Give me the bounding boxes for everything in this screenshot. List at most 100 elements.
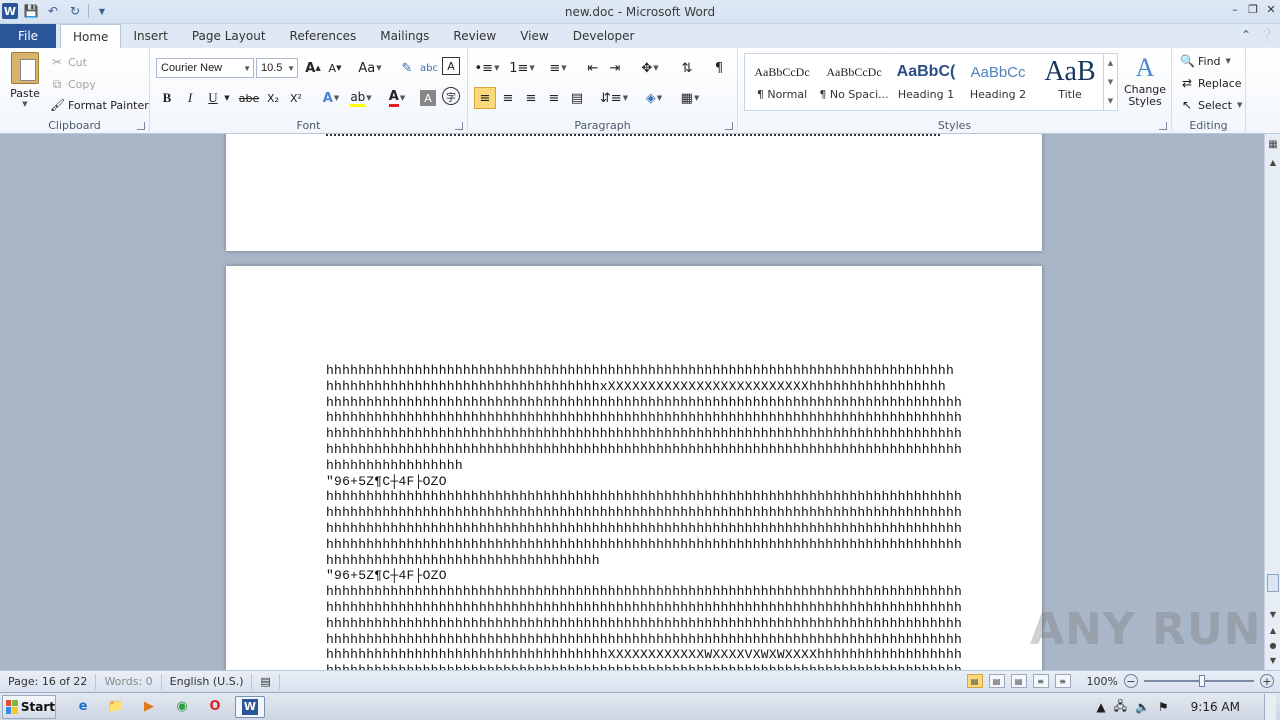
tab-view[interactable]: View xyxy=(508,24,560,48)
document-line[interactable]: hhhhhhhhhhhhhhhhhhhhhhhhhhhhhhhhhhhhhhhh… xyxy=(326,537,962,553)
style-heading-1[interactable]: AaBbC( Heading 1 xyxy=(891,56,961,108)
document-line[interactable]: hhhhhhhhhhhhhhhhhhhhhhhhhhhhhhhhhhhhhhhh… xyxy=(326,600,962,616)
strikethrough-button[interactable]: abe xyxy=(238,87,260,109)
document-line[interactable]: hhhhhhhhhhhhhhhhhhhhhhhhhhhhhhhhhhhhhhhh… xyxy=(326,584,962,600)
justify-icon[interactable]: ≡ xyxy=(543,87,565,109)
underline-button[interactable]: U xyxy=(202,87,224,109)
file-explorer-icon[interactable]: 📁 xyxy=(103,696,129,718)
character-shading-icon[interactable]: A xyxy=(420,90,436,106)
word-count[interactable]: Words: 0 xyxy=(96,673,162,690)
clear-formatting-icon[interactable]: ✎ xyxy=(396,57,418,79)
zoom-level[interactable]: 100% xyxy=(1087,675,1118,688)
web-layout-view-icon[interactable]: ▤ xyxy=(1010,674,1027,688)
show-desktop-button[interactable] xyxy=(1264,694,1276,720)
document-line[interactable]: hhhhhhhhhhhhhhhhhhhhhhhhhhhhhhhhhhhhhhhh… xyxy=(326,521,962,537)
document-line[interactable]: hhhhhhhhhhhhhhhhhhhhhhhhhhhhhhhhhhhhhhhh… xyxy=(326,489,962,505)
align-center-icon[interactable]: ≡ xyxy=(497,87,519,109)
style-title[interactable]: AaB Title xyxy=(1035,56,1105,108)
line-spacing-icon[interactable]: ⇵≡ ▼ xyxy=(600,87,628,109)
document-line[interactable]: hhhhhhhhhhhhhhhhhhhhhhhhhhhhhhhhhhhhhhhh… xyxy=(326,395,962,411)
draft-view-icon[interactable]: ≡ xyxy=(1054,674,1071,688)
document-line[interactable]: hhhhhhhhhhhhhhhhhhhhhhhhhhhhhhhhhh xyxy=(326,553,600,569)
text-effects-icon[interactable]: A ▼ xyxy=(320,87,342,109)
previous-page-icon[interactable]: ▲ xyxy=(1265,622,1280,638)
font-name-combobox[interactable]: Courier New ▼ xyxy=(156,58,254,78)
document-line[interactable]: hhhhhhhhhhhhhhhhhhhhhhhhhhhhhhhhhhxXXXXX… xyxy=(326,379,946,395)
multilevel-list-icon[interactable]: ≡ ▼ xyxy=(544,57,572,79)
document-line[interactable]: "96+5Z¶C┼4F├OZO xyxy=(326,474,447,490)
document-line[interactable]: hhhhhhhhhhhhhhhhhhhhhhhhhhhhhhhhhhhhhhhh… xyxy=(326,663,962,670)
help-icon[interactable]: ❔ xyxy=(1259,28,1274,42)
align-left-icon[interactable]: ≡ xyxy=(474,87,496,109)
tab-file[interactable]: File xyxy=(0,24,56,48)
paste-dropdown-icon[interactable]: ▼ xyxy=(6,100,44,108)
tab-mailings[interactable]: Mailings xyxy=(368,24,441,48)
font-size-dropdown-icon[interactable]: ▼ xyxy=(287,64,295,73)
document-line[interactable]: hhhhhhhhhhhhhhhhh xyxy=(326,458,463,474)
minimize-icon[interactable]: – xyxy=(1226,0,1244,18)
font-size-combobox[interactable]: 10.5 ▼ xyxy=(256,58,298,78)
underline-dropdown-icon[interactable]: ▼ xyxy=(222,87,232,109)
tab-page-layout[interactable]: Page Layout xyxy=(180,24,278,48)
superscript-button[interactable]: X² xyxy=(285,87,307,109)
font-dialog-launcher-icon[interactable] xyxy=(455,122,463,130)
document-line[interactable]: hhhhhhhhhhhhhhhhhhhhhhhhhhhhhhhhhhhhhhhh… xyxy=(326,505,962,521)
document-area[interactable]: hhhhhhhhhhhhhhhhhhhhhhhhhhhhhhhhhhhhhhhh… xyxy=(0,134,1264,670)
sort-icon[interactable]: ⇅ xyxy=(676,57,698,79)
scroll-down-icon[interactable]: ▼ xyxy=(1265,606,1280,622)
chinese-layout-icon[interactable]: ✥ ▼ xyxy=(636,57,664,79)
clipboard-dialog-launcher-icon[interactable] xyxy=(137,122,145,130)
style-heading-2[interactable]: AaBbCc Heading 2 xyxy=(963,56,1033,108)
clock[interactable]: 9:16 AM xyxy=(1191,700,1240,714)
align-right-icon[interactable]: ≡ xyxy=(520,87,542,109)
vertical-scrollbar[interactable]: ▦ ▲ ▼ ▲ ● ▼ xyxy=(1264,134,1280,670)
print-layout-view-icon[interactable]: ▤ xyxy=(966,674,983,688)
font-color-icon[interactable]: A ▼ xyxy=(386,87,408,109)
format-painter-button[interactable]: 🖌 Format Painter xyxy=(50,95,149,115)
phonetic-guide-icon[interactable]: abc xyxy=(418,57,440,79)
zoom-slider[interactable] xyxy=(1144,675,1254,687)
tab-home[interactable]: Home xyxy=(60,24,122,48)
italic-button[interactable]: I xyxy=(179,87,201,109)
restore-icon[interactable]: ❐ xyxy=(1244,0,1262,18)
previous-page[interactable] xyxy=(226,134,1042,251)
document-line[interactable]: hhhhhhhhhhhhhhhhhhhhhhhhhhhhhhhhhhhhhhhh… xyxy=(326,616,962,632)
document-line[interactable]: hhhhhhhhhhhhhhhhhhhhhhhhhhhhhhhhhhhhhhhh… xyxy=(326,363,954,379)
document-line[interactable]: hhhhhhhhhhhhhhhhhhhhhhhhhhhhhhhhhhhhhhhh… xyxy=(326,426,962,442)
bold-button[interactable]: B xyxy=(156,87,178,109)
decrease-indent-icon[interactable]: ⇤ xyxy=(582,57,604,79)
grow-font-icon[interactable]: A ▲ xyxy=(302,57,324,79)
macro-recording-icon[interactable]: ▤ xyxy=(252,673,280,690)
media-player-icon[interactable]: ▶ xyxy=(136,696,162,718)
opera-icon[interactable]: O xyxy=(202,696,228,718)
distributed-icon[interactable]: ▤ xyxy=(566,87,588,109)
close-icon[interactable]: ✕ xyxy=(1262,0,1280,18)
document-line[interactable]: hhhhhhhhhhhhhhhhhhhhhhhhhhhhhhhhhhhhhhhh… xyxy=(326,632,962,648)
replace-button[interactable]: ⇄ Replace xyxy=(1180,73,1242,93)
current-page[interactable]: hhhhhhhhhhhhhhhhhhhhhhhhhhhhhhhhhhhhhhhh… xyxy=(226,266,1042,670)
gallery-up-icon[interactable]: ▲ xyxy=(1108,59,1113,67)
change-styles-button[interactable]: A Change Styles xyxy=(1122,52,1168,108)
minimize-ribbon-icon[interactable]: ⌃ xyxy=(1241,28,1251,42)
change-case-icon[interactable]: Aa ▼ xyxy=(356,57,384,79)
enclose-characters-icon[interactable]: 字 xyxy=(442,87,460,105)
styles-dialog-launcher-icon[interactable] xyxy=(1159,122,1167,130)
gallery-more-icon[interactable]: ▼ xyxy=(1108,97,1113,105)
scroll-up-icon[interactable]: ▲ xyxy=(1265,154,1280,170)
increase-indent-icon[interactable]: ⇥ xyxy=(604,57,626,79)
full-screen-reading-view-icon[interactable]: ▤ xyxy=(988,674,1005,688)
select-dropdown-icon[interactable]: ▼ xyxy=(1237,101,1242,109)
chrome-icon[interactable]: ◉ xyxy=(169,696,195,718)
cut-button[interactable]: ✂ Cut xyxy=(50,52,87,72)
paste-button[interactable]: Paste ▼ xyxy=(6,52,44,108)
numbering-icon[interactable]: 1≡ ▼ xyxy=(508,57,536,79)
borders-icon[interactable]: ▦ ▼ xyxy=(676,87,704,109)
find-button[interactable]: 🔍 Find ▼ xyxy=(1180,51,1231,71)
page-count[interactable]: Page: 16 of 22 xyxy=(0,673,97,690)
document-line[interactable]: hhhhhhhhhhhhhhhhhhhhhhhhhhhhhhhhhhhXXXXX… xyxy=(326,647,962,663)
copy-button[interactable]: ⧉ Copy xyxy=(50,74,96,94)
network-icon[interactable]: 🖧 xyxy=(1114,697,1127,718)
show-hidden-icons-icon[interactable]: ▲ xyxy=(1096,700,1105,714)
bullets-icon[interactable]: •≡ ▼ xyxy=(474,57,500,79)
next-page-icon[interactable]: ▼ xyxy=(1265,652,1280,668)
